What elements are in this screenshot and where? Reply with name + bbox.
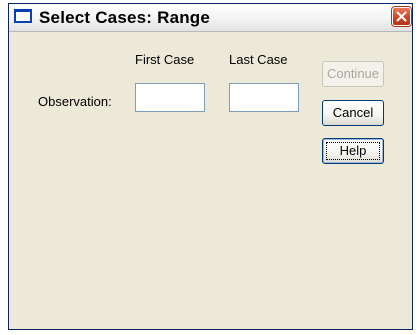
observation-label: Observation: <box>38 94 112 109</box>
help-button[interactable]: Help <box>322 138 384 164</box>
first-case-input[interactable] <box>135 83 205 112</box>
cancel-button[interactable]: Cancel <box>322 100 384 126</box>
dialog-title: Select Cases: Range <box>39 8 211 27</box>
title-bar[interactable]: Select Cases: Range <box>9 4 412 32</box>
window-icon <box>14 9 32 23</box>
close-icon <box>396 11 407 22</box>
select-cases-range-dialog: Select Cases: Range First Case Last Case… <box>8 3 413 330</box>
first-case-header: First Case <box>135 52 195 67</box>
help-button-label: Help <box>339 143 367 158</box>
continue-button[interactable]: Continue <box>322 61 384 87</box>
close-button[interactable] <box>392 7 411 26</box>
last-case-input[interactable] <box>229 83 299 112</box>
last-case-header: Last Case <box>229 52 288 67</box>
